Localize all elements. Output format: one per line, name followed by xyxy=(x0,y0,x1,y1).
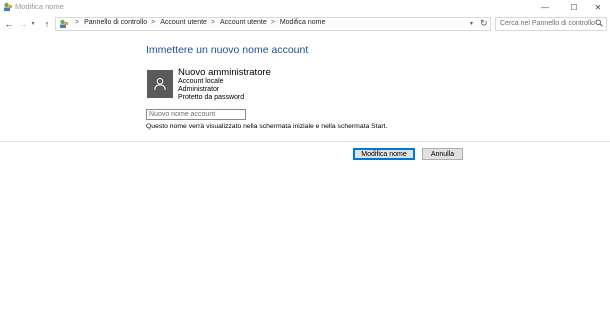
forward-button[interactable]: → xyxy=(17,18,29,29)
change-name-button[interactable]: Modifica nome xyxy=(353,148,415,160)
cancel-button[interactable]: Annulla xyxy=(422,148,463,160)
navigation-bar: ← → ▾ ↑ > Pannello di controllo > Accoun… xyxy=(0,15,610,32)
control-panel-icon xyxy=(60,19,69,28)
search-icon[interactable] xyxy=(595,19,603,27)
breadcrumb-separator[interactable]: > xyxy=(211,19,215,26)
search-placeholder: Cerca nel Pannello di controllo xyxy=(500,20,595,27)
close-button[interactable]: ✕ xyxy=(585,0,610,14)
account-name: Nuovo amministratore xyxy=(178,67,271,78)
title-bar: Modifica nome — ☐ ✕ xyxy=(0,0,610,14)
minimize-button[interactable]: — xyxy=(532,0,558,14)
help-text: Questo nome verrà visualizzato nella sch… xyxy=(146,123,388,130)
maximize-button[interactable]: ☐ xyxy=(561,0,587,14)
divider xyxy=(0,141,610,142)
control-panel-icon xyxy=(4,2,13,11)
recent-locations-button[interactable]: ▾ xyxy=(29,18,37,29)
breadcrumb-item[interactable]: Account utente xyxy=(160,19,207,26)
breadcrumb-separator: > xyxy=(75,19,80,26)
breadcrumb-item[interactable]: Modifica nome xyxy=(280,19,326,26)
search-input[interactable]: Cerca nel Pannello di controllo xyxy=(495,17,607,31)
breadcrumb-separator[interactable]: > xyxy=(271,19,275,26)
page-title: Immettere un nuovo nome account xyxy=(146,44,309,56)
breadcrumb-item[interactable]: Account utente xyxy=(220,19,267,26)
breadcrumb-item[interactable]: Pannello di controllo xyxy=(84,19,147,26)
new-account-name-input[interactable] xyxy=(146,109,246,120)
back-button[interactable]: ← xyxy=(3,18,15,29)
address-bar[interactable]: > Pannello di controllo > Account utente… xyxy=(55,17,491,31)
breadcrumb-separator[interactable]: > xyxy=(151,19,155,26)
up-button[interactable]: ↑ xyxy=(41,18,53,29)
refresh-button[interactable]: ↻ xyxy=(480,18,488,29)
account-type: Account locale xyxy=(178,78,224,85)
breadcrumb: > Pannello di controllo > Account utente… xyxy=(71,19,325,26)
address-dropdown-button[interactable]: ▾ xyxy=(470,20,473,27)
user-icon xyxy=(147,70,173,98)
account-protection: Protetto da password xyxy=(178,94,245,101)
account-role: Administrator xyxy=(178,86,220,93)
user-icon xyxy=(154,78,166,91)
window-title: Modifica nome xyxy=(15,2,64,11)
